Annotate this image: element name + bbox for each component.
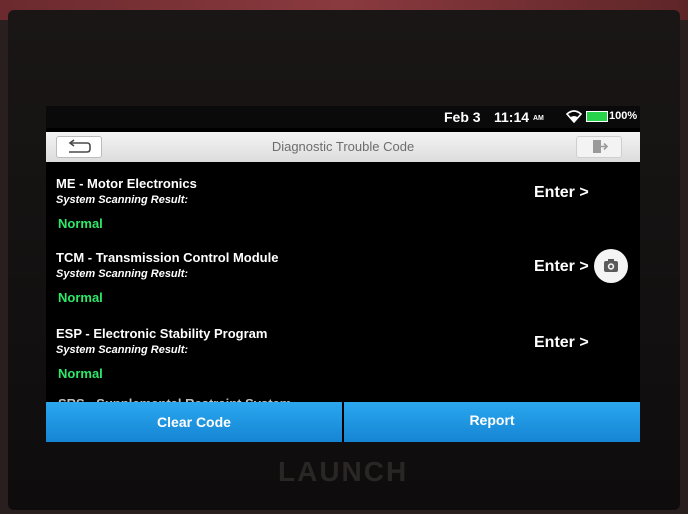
enter-button[interactable]: Enter > xyxy=(534,334,589,352)
status-bar: Feb 3 11:14 AM 100% xyxy=(46,106,640,128)
battery-percent: 100% xyxy=(609,110,638,122)
system-name: TCM - Transmission Control Module xyxy=(56,250,279,265)
system-item-tcm[interactable]: TCM - Transmission Control Module System… xyxy=(46,250,640,320)
enter-button[interactable]: Enter > xyxy=(534,184,589,202)
scan-label: System Scanning Result: xyxy=(56,194,189,206)
status-date: Feb 3 xyxy=(444,109,481,125)
report-button[interactable]: Report xyxy=(344,402,640,442)
exit-button[interactable] xyxy=(576,136,622,158)
screenshot-button[interactable] xyxy=(594,249,628,283)
clear-code-button[interactable]: Clear Code xyxy=(46,402,342,442)
scan-label: System Scanning Result: xyxy=(56,344,189,356)
brand-logo: LAUNCH xyxy=(278,456,409,487)
scan-result: Normal xyxy=(58,290,103,305)
battery-icon xyxy=(586,111,608,122)
status-ampm: AM xyxy=(532,114,544,122)
system-name: ME - Motor Electronics xyxy=(56,176,197,191)
scan-result: Normal xyxy=(58,366,103,381)
system-item-esp[interactable]: ESP - Electronic Stability Program Syste… xyxy=(46,326,640,396)
system-name: ESP - Electronic Stability Program xyxy=(56,326,268,341)
enter-button[interactable]: Enter > xyxy=(534,258,589,276)
status-clock: 11:14 xyxy=(494,109,530,125)
exit-icon xyxy=(593,140,609,153)
wifi-icon xyxy=(566,110,582,123)
scan-result: Normal xyxy=(58,216,103,231)
camera-icon xyxy=(604,259,618,272)
action-bar: Clear Code Report xyxy=(46,402,640,442)
title-bar: Diagnostic Trouble Code xyxy=(46,132,640,162)
device-screen: Feb 3 11:14 AM 100% Diagnostic Trouble C… xyxy=(46,106,640,442)
scan-label: System Scanning Result: xyxy=(56,268,189,280)
status-time: 11:14 AM xyxy=(494,109,544,125)
system-item-me[interactable]: ME - Motor Electronics System Scanning R… xyxy=(46,176,640,246)
page-title: Diagnostic Trouble Code xyxy=(271,139,415,154)
